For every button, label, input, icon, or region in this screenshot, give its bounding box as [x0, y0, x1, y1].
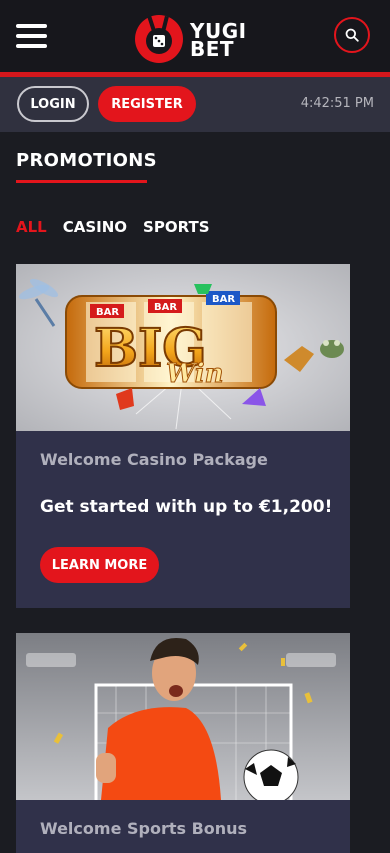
frog-graphic [320, 340, 344, 358]
search-icon [345, 28, 359, 42]
card-headline: Get started with up to €1,200! [40, 497, 333, 517]
search-button[interactable] [334, 17, 370, 53]
login-button[interactable]: LOGIN [17, 86, 89, 122]
card-subtitle: Welcome Casino Package [40, 450, 268, 469]
reel-label: BAR [212, 294, 235, 305]
sports-promo-image [16, 633, 350, 800]
promo-card-sports: Welcome Sports Bonus [16, 633, 350, 853]
auth-bar: LOGIN REGISTER 4:42:51 PM [0, 77, 390, 132]
tab-sports[interactable]: SPORTS [143, 218, 209, 236]
page-title: PROMOTIONS [16, 150, 157, 171]
tab-casino[interactable]: CASINO [63, 218, 127, 236]
logo-icon [135, 15, 183, 63]
brand-wordmark: YUGI BET [190, 21, 247, 59]
casino-promo-image: BAR BAR BAR BIG Win [16, 264, 350, 431]
reel-label: BAR [96, 307, 119, 318]
soccer-ball-graphic [243, 749, 299, 800]
win-script-text: Win [166, 359, 224, 389]
title-underline [16, 180, 147, 183]
promo-card-casino: BAR BAR BAR BIG Win Welcome Casino Packa… [16, 264, 350, 608]
clock: 4:42:51 PM [300, 96, 374, 111]
card-subtitle: Welcome Sports Bonus [40, 819, 248, 838]
brand-logo[interactable]: YUGI BET [134, 8, 260, 66]
learn-more-button[interactable]: LEARN MORE [40, 547, 159, 583]
top-bar: YUGI BET [0, 0, 390, 72]
register-button[interactable]: REGISTER [98, 86, 196, 122]
tab-all[interactable]: ALL [16, 218, 47, 236]
promo-filter-tabs: ALL CASINO SPORTS [16, 218, 210, 236]
reel-label: BAR [154, 302, 177, 313]
menu-icon[interactable] [16, 24, 48, 48]
